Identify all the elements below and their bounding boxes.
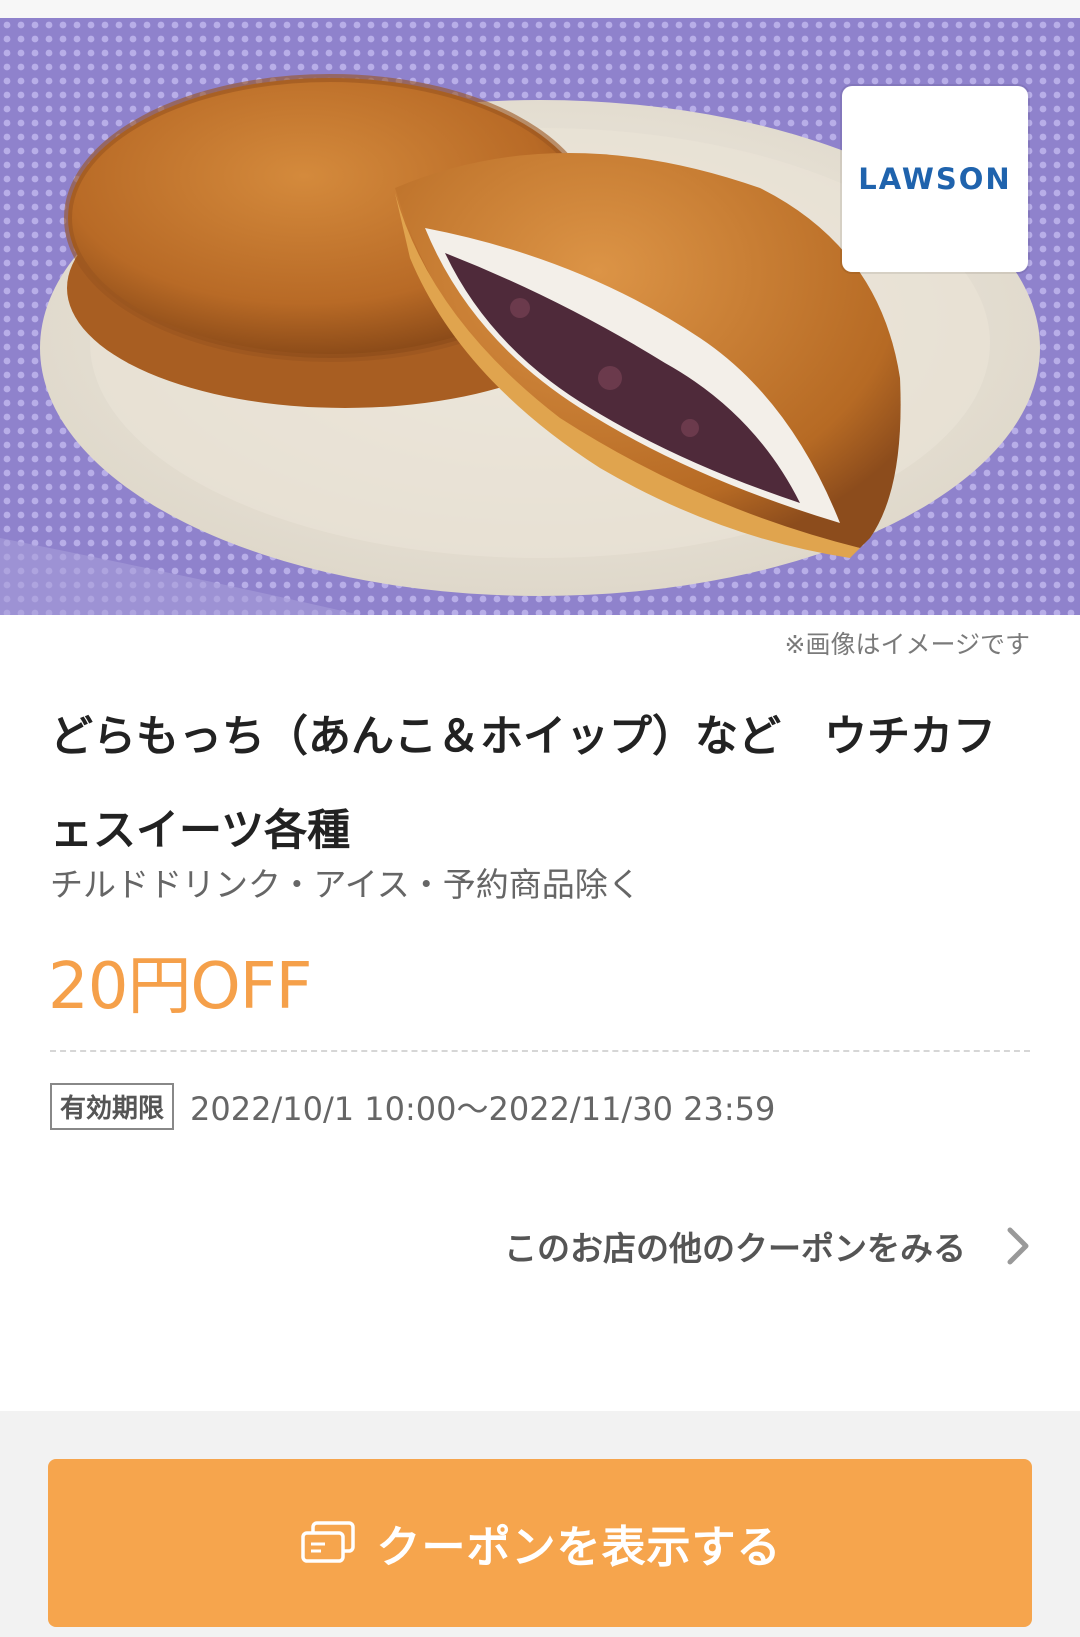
- discount-amount: 20円OFF: [48, 950, 312, 1024]
- coupon-title: どらもっち（あんこ＆ホイップ）など ウチカフェスイーツ各種: [50, 712, 996, 856]
- image-disclaimer: ※画像はイメージです: [784, 630, 1030, 659]
- coupon-exclusion-note: チルドドリンク・アイス・予約商品除く: [50, 865, 641, 904]
- coupon-detail-page: LAWSON ※画像はイメージです どらもっち（あんこ＆ホイップ）など ウチカフ…: [0, 0, 1080, 1637]
- section-divider: [50, 1050, 1030, 1052]
- other-coupons-link[interactable]: このお店の他のクーポンをみる: [504, 1222, 1032, 1270]
- validity-dates: 2022/10/1 10:00〜2022/11/30 23:59: [190, 1089, 776, 1128]
- top-strip: [0, 0, 1080, 18]
- product-image: LAWSON: [0, 18, 1080, 615]
- coupon-cards-icon: [300, 1521, 355, 1563]
- validity-label: 有効期限: [50, 1083, 175, 1130]
- brand-logo-text: LAWSON: [858, 162, 1012, 196]
- show-coupon-button-label: クーポンを表示する: [376, 1522, 782, 1573]
- brand-logo: LAWSON: [842, 86, 1028, 272]
- other-coupons-link-label: このお店の他のクーポンをみる: [504, 1229, 966, 1268]
- show-coupon-button[interactable]: クーポンを表示する: [48, 1459, 1032, 1627]
- validity-period: 有効期限 2022/10/1 10:00〜2022/11/30 23:59: [50, 1083, 775, 1130]
- chevron-right-icon: [1007, 1227, 1029, 1265]
